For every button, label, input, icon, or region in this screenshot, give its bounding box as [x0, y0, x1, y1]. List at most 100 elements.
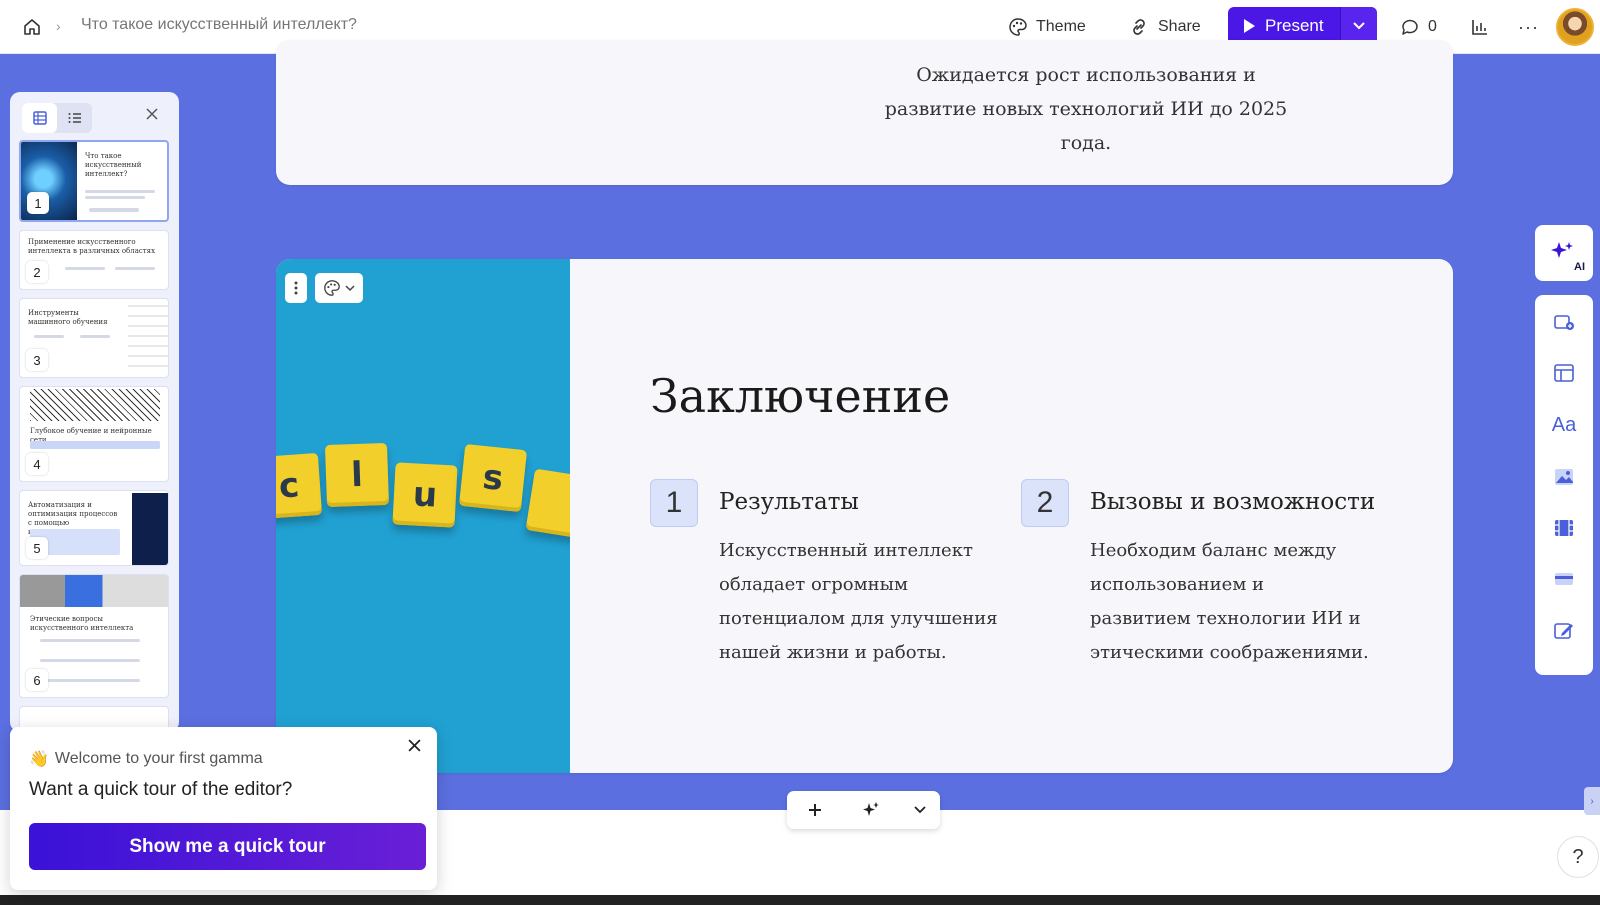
theme-label: Theme	[1036, 18, 1086, 35]
thumbnail-text-line	[65, 267, 105, 270]
slide-thumbnail[interactable]: Что такое искусственный интеллект? 1	[19, 140, 169, 222]
previous-slide-text: Ожидается рост использования и развитие …	[884, 64, 1288, 154]
embed-button[interactable]	[1552, 567, 1576, 591]
slide-heading[interactable]: Заключение	[650, 369, 950, 423]
palette-icon	[1009, 18, 1027, 36]
welcome-heading-text: Welcome to your first gamma	[54, 750, 263, 767]
close-icon	[146, 108, 158, 120]
thumbnail-title: Что такое искусственный интеллект?	[85, 152, 142, 178]
slides-panel: Что такое искусственный интеллект? 1 При…	[10, 92, 179, 732]
filmstrip-icon	[32, 111, 47, 125]
image-button[interactable]	[1552, 465, 1576, 489]
card-style-button[interactable]	[315, 273, 363, 303]
close-welcome-button[interactable]	[408, 739, 421, 757]
bottom-strip	[0, 895, 1600, 905]
slide-thumbnail[interactable]: Глубокое обучение и нейронные сети 4	[19, 386, 169, 482]
share-label: Share	[1158, 18, 1201, 35]
welcome-heading: 👋 Welcome to your first gamma	[29, 749, 263, 769]
add-card-plus-button[interactable]	[787, 791, 842, 829]
list-view-button[interactable]	[57, 103, 92, 133]
theme-button[interactable]: Theme	[1008, 10, 1086, 44]
thumbnail-title: Инструменты машинного обучения	[28, 309, 108, 326]
thumbnail-text-line	[40, 659, 140, 662]
close-panel-button[interactable]	[146, 107, 158, 125]
letter-tile: u	[392, 462, 458, 528]
chevron-down-icon	[914, 806, 926, 814]
vertical-dots-icon	[294, 281, 298, 295]
edit-button[interactable]	[1552, 618, 1576, 642]
thumbnail-number: 3	[26, 349, 48, 371]
bar-chart-icon	[1472, 20, 1487, 35]
close-icon	[408, 739, 421, 752]
thumbnail-image	[128, 303, 168, 375]
card-menu-button[interactable]	[285, 273, 307, 303]
ai-generate-card-button[interactable]	[842, 791, 900, 829]
card-toolbar	[285, 273, 363, 303]
play-icon	[1244, 19, 1255, 33]
point-body[interactable]: Необходим баланс между использованием и …	[1090, 534, 1370, 670]
thumbnail-text-line	[40, 679, 140, 682]
thumbnail-text-line	[34, 335, 64, 338]
thumbnail-text-line	[89, 208, 139, 212]
point-title[interactable]: Вызовы и возможности	[1090, 489, 1375, 515]
analytics-button[interactable]	[1470, 10, 1490, 44]
add-card-dropdown[interactable]	[900, 791, 940, 829]
share-button[interactable]: Share	[1128, 10, 1201, 44]
sparkle-icon	[863, 802, 879, 816]
help-button[interactable]: ?	[1557, 836, 1599, 878]
more-button[interactable]: ···	[1518, 10, 1539, 44]
video-button[interactable]	[1552, 516, 1576, 540]
quick-tour-button[interactable]: Show me a quick tour	[29, 823, 426, 870]
point-body[interactable]: Искусственный интеллект обладает огромны…	[719, 534, 999, 670]
letter-tile: s	[458, 443, 528, 513]
more-icon: ···	[1518, 16, 1539, 37]
slide-image[interactable]: c l u s	[276, 259, 570, 773]
slide-thumbnail[interactable]: Инструменты машинного обучения 3	[19, 298, 169, 378]
thumbnail-text-line	[85, 190, 155, 193]
thumbnail-view-button[interactable]	[22, 103, 57, 133]
thumbnail-number: 4	[26, 453, 48, 475]
comment-icon	[1402, 19, 1418, 35]
image-icon	[1555, 469, 1573, 485]
layout-button[interactable]	[1552, 361, 1576, 385]
ai-assistant-button[interactable]: AI	[1535, 225, 1593, 281]
number-badge: 2	[1021, 479, 1069, 527]
expand-panel-icon[interactable]: ›	[1584, 787, 1600, 815]
link-icon	[1133, 19, 1145, 35]
list-icon	[68, 113, 81, 123]
comments-button[interactable]: 0	[1400, 10, 1437, 44]
thumbnail-text-line	[115, 267, 155, 270]
thumbnail-image	[20, 575, 168, 607]
text-icon: Aa	[1551, 413, 1577, 436]
ai-label: AI	[1574, 261, 1585, 273]
chevron-right-icon: ›	[56, 18, 61, 34]
thumbnail-number: 5	[26, 537, 48, 559]
conclusion-slide-card[interactable]: c l u s Заключение 1 Результаты Искусств…	[276, 259, 1453, 773]
avatar[interactable]	[1556, 8, 1594, 46]
text-style-button[interactable]: Aa	[1552, 413, 1576, 437]
previous-slide-card[interactable]: Ожидается рост использования и развитие …	[276, 40, 1453, 185]
add-card-icon	[1554, 315, 1574, 330]
number-badge: 1	[650, 479, 698, 527]
add-card-button[interactable]	[1552, 310, 1576, 334]
point-title[interactable]: Результаты	[719, 489, 859, 515]
welcome-question: Want a quick tour of the editor?	[29, 779, 293, 800]
comments-count: 0	[1428, 18, 1437, 35]
doc-title[interactable]: Что такое искусственный интеллект?	[81, 16, 357, 34]
thumbnail-title: Этические вопросы искусственного интелле…	[30, 615, 134, 632]
palette-icon	[324, 280, 340, 296]
chevron-down-icon	[345, 285, 355, 292]
home-icon[interactable]	[20, 15, 44, 39]
thumbnail-number: 2	[26, 261, 48, 283]
plus-icon	[808, 804, 821, 816]
letter-tile: c	[276, 452, 323, 520]
slide-thumbnail[interactable]: Применение искусственного интеллекта в р…	[19, 230, 169, 290]
slide-thumbnail[interactable]: Этические вопросы искусственного интелле…	[19, 574, 169, 698]
thumbnail-title: Применение искусственного интеллекта в р…	[28, 238, 156, 255]
add-card-bar	[787, 791, 940, 829]
chevron-down-icon	[1353, 22, 1365, 30]
view-toggle	[22, 103, 92, 133]
thumbnail-image	[30, 389, 160, 421]
pencil-icon	[1554, 623, 1573, 639]
slide-thumbnail[interactable]: Автоматизация и оптимизация процессов с …	[19, 490, 169, 566]
